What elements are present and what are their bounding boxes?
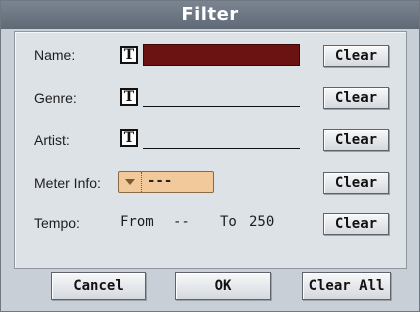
tempo-to-value[interactable]: 250 xyxy=(249,214,274,230)
genre-field[interactable] xyxy=(143,85,300,107)
clear-tempo-button[interactable]: Clear xyxy=(323,213,389,235)
name-label: Name: xyxy=(34,47,76,63)
genre-label: Genre: xyxy=(34,90,77,106)
meter-info-dropdown[interactable]: --- xyxy=(118,171,214,193)
cancel-button[interactable]: Cancel xyxy=(51,272,146,300)
tempo-from-label: From xyxy=(120,214,154,230)
text-edit-icon[interactable]: T xyxy=(120,46,138,64)
clear-name-button[interactable]: Clear xyxy=(323,45,389,67)
filter-dialog: Filter Name: T Clear Genre: T Clear Arti… xyxy=(0,0,420,312)
name-field[interactable] xyxy=(143,44,300,66)
clear-meter-button[interactable]: Clear xyxy=(323,172,389,194)
tempo-label: Tempo: xyxy=(34,215,80,231)
tempo-to-label: To xyxy=(220,214,237,230)
meter-info-value: --- xyxy=(147,173,173,189)
meter-info-label: Meter Info: xyxy=(34,175,101,191)
text-edit-icon[interactable]: T xyxy=(120,129,138,147)
chevron-down-icon xyxy=(125,179,135,185)
artist-field[interactable] xyxy=(143,127,300,149)
artist-label: Artist: xyxy=(34,132,70,148)
dropdown-toggle[interactable] xyxy=(119,172,142,192)
text-edit-icon[interactable]: T xyxy=(120,88,138,106)
clear-genre-button[interactable]: Clear xyxy=(323,87,389,109)
tempo-from-value[interactable]: -- xyxy=(173,214,190,230)
clear-all-button[interactable]: Clear All xyxy=(302,272,391,300)
clear-artist-button[interactable]: Clear xyxy=(323,129,389,151)
ok-button[interactable]: OK xyxy=(175,272,271,300)
dialog-title: Filter xyxy=(1,1,419,29)
